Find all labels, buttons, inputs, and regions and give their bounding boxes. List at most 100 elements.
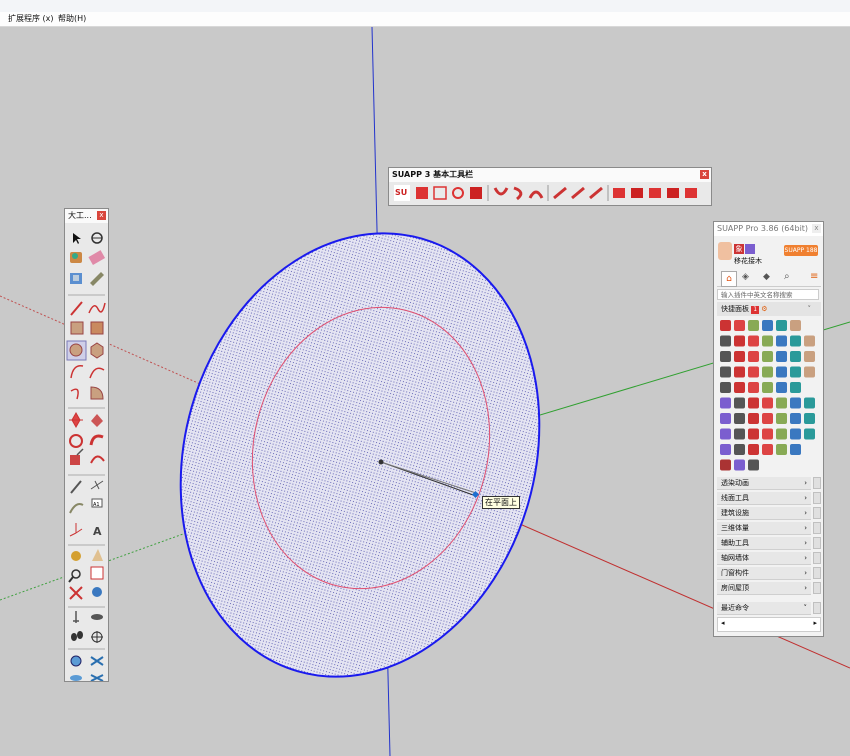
category-side-icon[interactable] (813, 522, 821, 534)
suapp-version-button[interactable]: SUAPP 188 (784, 245, 818, 256)
plugin-tool-icon[interactable] (720, 366, 731, 378)
recent-commands-scroller[interactable]: ◂ ▸ (717, 617, 821, 632)
eraser-icon[interactable] (88, 250, 106, 265)
look-around-icon[interactable] (91, 614, 103, 620)
orbit-icon[interactable] (91, 232, 103, 244)
freehand-icon[interactable] (88, 302, 106, 314)
stair-icon[interactable] (571, 186, 585, 200)
plugin-tool-icon[interactable] (734, 459, 745, 471)
menu-list-icon[interactable]: ≡ (810, 271, 818, 282)
plugin-tool-icon[interactable] (748, 366, 759, 378)
protractor-icon[interactable] (69, 503, 84, 514)
subtract-icon[interactable] (90, 674, 104, 682)
3d-text-icon[interactable]: A (93, 525, 102, 538)
close-icon[interactable]: x (812, 224, 821, 233)
category-side-icon[interactable] (813, 567, 821, 579)
plugin-tool-icon[interactable] (776, 428, 787, 440)
plugin-tool-icon[interactable] (734, 366, 745, 378)
three-point-arc-icon[interactable] (70, 388, 79, 400)
plugin-tool-icon[interactable] (804, 397, 815, 409)
gear-icon[interactable]: ⚙ (761, 305, 767, 313)
plugin-tool-icon[interactable] (762, 444, 773, 455)
category-item[interactable]: 线面工具 › (717, 492, 811, 505)
plugin-tool-icon[interactable] (720, 428, 731, 440)
plugin-tool-icon[interactable] (720, 335, 731, 347)
plugin-tool-icon[interactable] (790, 351, 801, 362)
zoom-extents-icon[interactable] (69, 586, 83, 600)
plugin-tool-icon[interactable] (748, 335, 759, 347)
hook-icon[interactable] (513, 186, 523, 201)
plugin-tool-icon[interactable] (762, 351, 773, 362)
plugin-tool-icon[interactable] (734, 320, 745, 331)
tape-measure-icon[interactable] (70, 480, 82, 494)
plugin-tool-icon[interactable] (734, 413, 745, 424)
plugin-tool-icon[interactable] (734, 335, 745, 347)
category-side-icon[interactable] (813, 492, 821, 504)
category-item[interactable]: 透染动画 › (717, 477, 811, 490)
push-pull-icon[interactable] (91, 414, 103, 427)
dimension-icon[interactable] (90, 480, 104, 490)
two-point-arc-icon[interactable] (89, 367, 105, 379)
plugin-tool-icon[interactable] (734, 444, 745, 455)
zoom-icon[interactable] (68, 569, 81, 583)
union-icon[interactable] (70, 675, 82, 681)
category-side-icon[interactable] (813, 507, 821, 519)
category-side-icon[interactable] (813, 477, 821, 489)
plugin-tool-icon[interactable] (720, 382, 731, 393)
recent-side-icon[interactable] (813, 602, 821, 614)
plugin-tool-icon[interactable] (734, 351, 745, 362)
plugin-tool-icon[interactable] (790, 413, 801, 424)
category-side-icon[interactable] (813, 552, 821, 564)
dome-icon[interactable] (649, 188, 661, 198)
gear-shape-icon[interactable] (452, 187, 464, 199)
rotate-icon[interactable] (69, 434, 83, 448)
plugin-tool-icon[interactable] (804, 351, 815, 362)
suapp-logo-icon[interactable]: SU (394, 185, 410, 201)
move-icon[interactable] (69, 411, 83, 429)
previous-view-icon[interactable] (92, 587, 102, 597)
circle-icon[interactable] (66, 340, 87, 361)
plugin-tool-icon[interactable] (748, 382, 759, 393)
plugin-tool-icon[interactable] (790, 320, 801, 331)
category-item[interactable]: 门窗构件 › (717, 567, 811, 580)
close-icon[interactable]: x (700, 170, 709, 179)
offset-icon[interactable] (90, 455, 105, 464)
category-item[interactable]: 辅助工具 › (717, 537, 811, 550)
plugin-tool-icon[interactable] (720, 397, 731, 409)
plugin-tool-icon[interactable] (748, 320, 759, 331)
plugin-tool-icon[interactable] (762, 397, 773, 409)
plugin-tool-icon[interactable] (748, 397, 759, 409)
slope-icon[interactable] (553, 186, 567, 200)
tape-icon[interactable] (90, 272, 104, 286)
category-item[interactable]: 房间屋顶 › (717, 582, 811, 595)
axes-icon[interactable] (69, 523, 83, 537)
paint-bucket-icon[interactable] (70, 252, 82, 263)
plugin-tool-icon[interactable] (776, 366, 787, 378)
intersect-icon[interactable] (90, 656, 104, 666)
plugin-tool-icon[interactable] (762, 320, 773, 331)
section-plane-icon[interactable] (91, 631, 103, 643)
walk-icon[interactable] (71, 631, 83, 641)
pan-icon[interactable] (92, 549, 103, 561)
quick-panel-icon-grid[interactable] (718, 318, 818, 476)
plugin-tool-icon[interactable] (776, 397, 787, 409)
zoom-window-icon[interactable] (90, 566, 104, 580)
plugin-search-input[interactable]: 输入插件中英文名称搜索 (717, 289, 819, 300)
polygon-icon[interactable] (90, 342, 104, 359)
roof-icon[interactable] (631, 188, 643, 198)
scroll-right-icon[interactable]: ▸ (813, 619, 817, 627)
cube-tab-icon[interactable]: ◆ (763, 272, 770, 282)
plugin-tool-icon[interactable] (776, 335, 787, 347)
component-icon[interactable] (70, 273, 82, 284)
wave-icon[interactable] (685, 188, 697, 198)
blocks-icon[interactable] (613, 188, 625, 198)
pie-icon[interactable] (90, 386, 104, 400)
plugin-tool-icon[interactable] (804, 413, 815, 424)
category-side-icon[interactable] (813, 537, 821, 549)
walk-orbit-icon[interactable] (71, 551, 81, 561)
plugin-tool-icon[interactable] (790, 397, 801, 409)
plugin-tool-icon[interactable] (776, 444, 787, 455)
box-tab-icon[interactable]: ◈ (742, 272, 749, 282)
plugin-tool-icon[interactable] (734, 397, 745, 409)
menu-help[interactable]: 帮助(H) (58, 13, 86, 24)
